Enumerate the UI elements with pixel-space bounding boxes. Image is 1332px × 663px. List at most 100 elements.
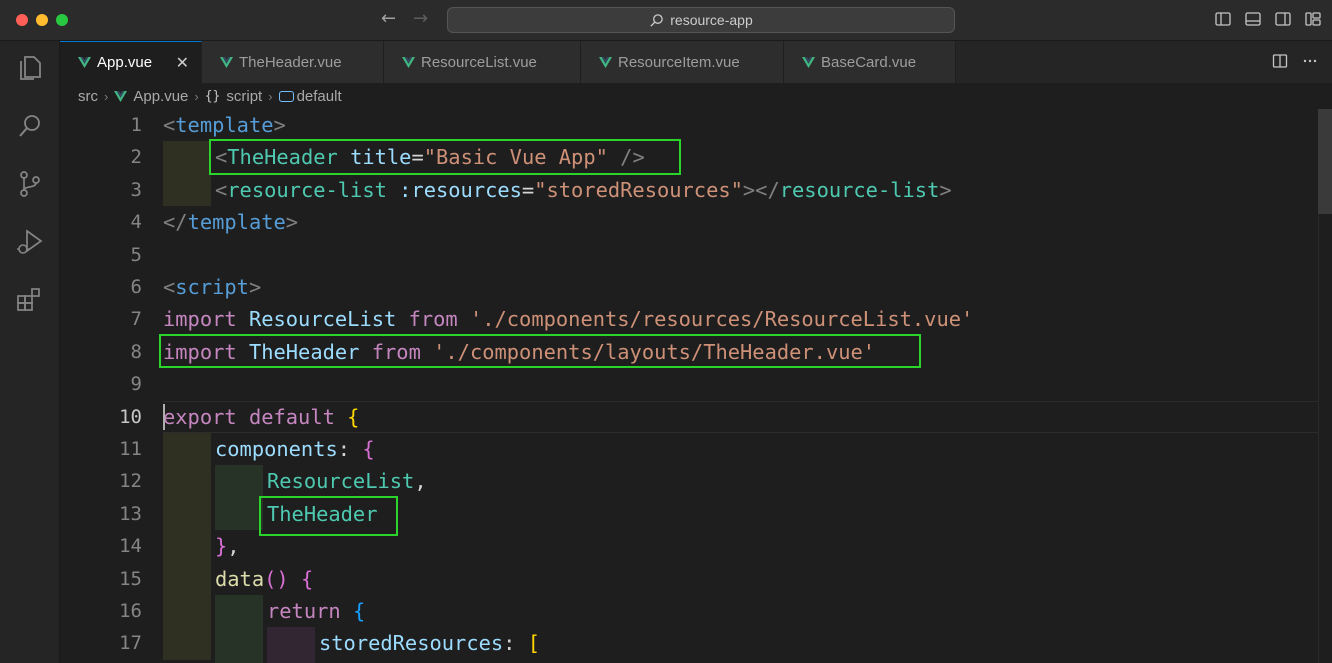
token: return [267,599,341,623]
code-line: <template> [163,109,286,141]
minimize-window-button[interactable] [36,14,48,26]
breadcrumb-file[interactable]: App.vue [133,88,188,105]
chevron-right-icon: › [268,88,273,104]
maximize-window-button[interactable] [56,14,68,26]
token: ></ [742,177,780,202]
search-icon[interactable] [15,111,45,141]
token: = [521,177,535,202]
token: template [175,113,274,137]
token: template [187,210,286,235]
forward-arrow-icon[interactable]: → [413,8,428,29]
tab-resourcelist-vue[interactable]: ResourceList.vue [384,41,581,83]
token: < [163,275,176,299]
token: storedResources [319,631,504,656]
indent-guide [163,433,211,660]
token: default [248,404,335,429]
code-line: </template> [163,206,298,238]
annotation-box-import-theheader [159,334,921,368]
search-icon [650,13,664,27]
line-number-gutter: 1 2 3 4 5 6 7 8 9 10 11 12 13 14 15 16 1… [60,109,142,663]
toggle-secondary-sidebar-icon[interactable] [1274,10,1292,28]
token: ResourceList [267,469,415,494]
toggle-primary-sidebar-icon[interactable] [1214,10,1232,28]
token: { [352,599,366,623]
token: > [248,275,262,299]
chevron-right-icon: › [104,88,109,104]
customize-layout-icon[interactable] [1304,10,1322,28]
tab-app-vue[interactable]: App.vue ✕ [60,41,202,83]
code-line: return { [267,595,365,627]
line-number: 12 [119,470,142,493]
code-editor[interactable]: 1 2 3 4 5 6 7 8 9 10 11 12 13 14 15 16 1… [60,109,1332,663]
code-line: data() { [215,563,313,595]
vue-file-icon [599,56,612,68]
editor-tab-bar: App.vue ✕ TheHeader.vue ResourceList.vue… [60,41,1332,83]
indent-guide [163,173,211,207]
token: { [362,437,375,461]
token: data [215,566,265,591]
scrollbar-thumb[interactable] [1318,109,1332,214]
breadcrumb-symbol-label: default [296,87,342,105]
line-number: 6 [130,276,142,298]
tab-resourceitem-vue[interactable]: ResourceItem.vue [581,41,784,83]
code-line: export default { [163,401,359,433]
vue-file-icon [802,56,815,68]
indent-guide [163,141,211,174]
line-number-current: 10 [119,405,142,428]
line-number: 15 [119,567,142,590]
close-window-button[interactable] [16,14,28,26]
tab-label: TheHeader.vue [239,53,342,71]
tab-label: BaseCard.vue [821,53,917,71]
token: [ [527,631,540,656]
token: ResourceList [248,307,397,332]
code-line: import ResourceList from './components/r… [163,303,973,335]
activity-bar [0,41,60,663]
vertical-scrollbar[interactable] [1318,109,1332,663]
split-editor-icon[interactable] [1272,53,1288,74]
token: } [215,534,228,559]
close-tab-icon[interactable]: ✕ [176,53,189,73]
breadcrumb-section[interactable]: script [226,88,262,105]
token: > [273,113,286,137]
token: { [347,404,360,429]
breadcrumb-folder[interactable]: src [78,88,98,105]
command-center-label: resource-app [670,12,753,28]
files-icon[interactable] [15,53,45,83]
symbol-variable-icon [278,91,294,103]
extensions-icon[interactable] [15,285,45,315]
line-number: 2 [130,146,142,169]
token: script [175,275,249,299]
line-number: 8 [130,340,142,363]
more-actions-icon[interactable] [1302,53,1318,74]
code-line: storedResources: [ [319,627,540,659]
annotation-box-theheader-component [259,496,398,536]
token: { [300,566,314,591]
tab-basecard-vue[interactable]: BaseCard.vue [784,41,956,83]
line-number: 14 [119,535,142,558]
back-arrow-icon[interactable]: ← [381,8,396,29]
token: () [264,566,289,591]
source-control-icon[interactable] [15,169,45,199]
token: './components/resources/ResourceList.vue… [469,307,974,332]
breadcrumb-symbol[interactable]: default [278,87,342,105]
code-line: components: { [215,433,375,465]
braces-icon: {} [204,88,221,104]
indent-guide [215,465,263,531]
token: > [939,177,952,202]
toggle-panel-icon[interactable] [1244,10,1262,28]
tab-label: ResourceList.vue [421,53,537,71]
code-line: ResourceList, [267,465,427,497]
command-center[interactable]: resource-app [447,7,955,33]
tab-label: ResourceItem.vue [618,53,740,71]
token: , [414,469,427,494]
tab-theheader-vue[interactable]: TheHeader.vue [202,41,384,83]
line-number: 4 [130,211,142,234]
code-line: <resource-list :resources="storedResourc… [215,174,952,206]
run-debug-icon[interactable] [15,227,45,257]
token: < [215,177,228,202]
